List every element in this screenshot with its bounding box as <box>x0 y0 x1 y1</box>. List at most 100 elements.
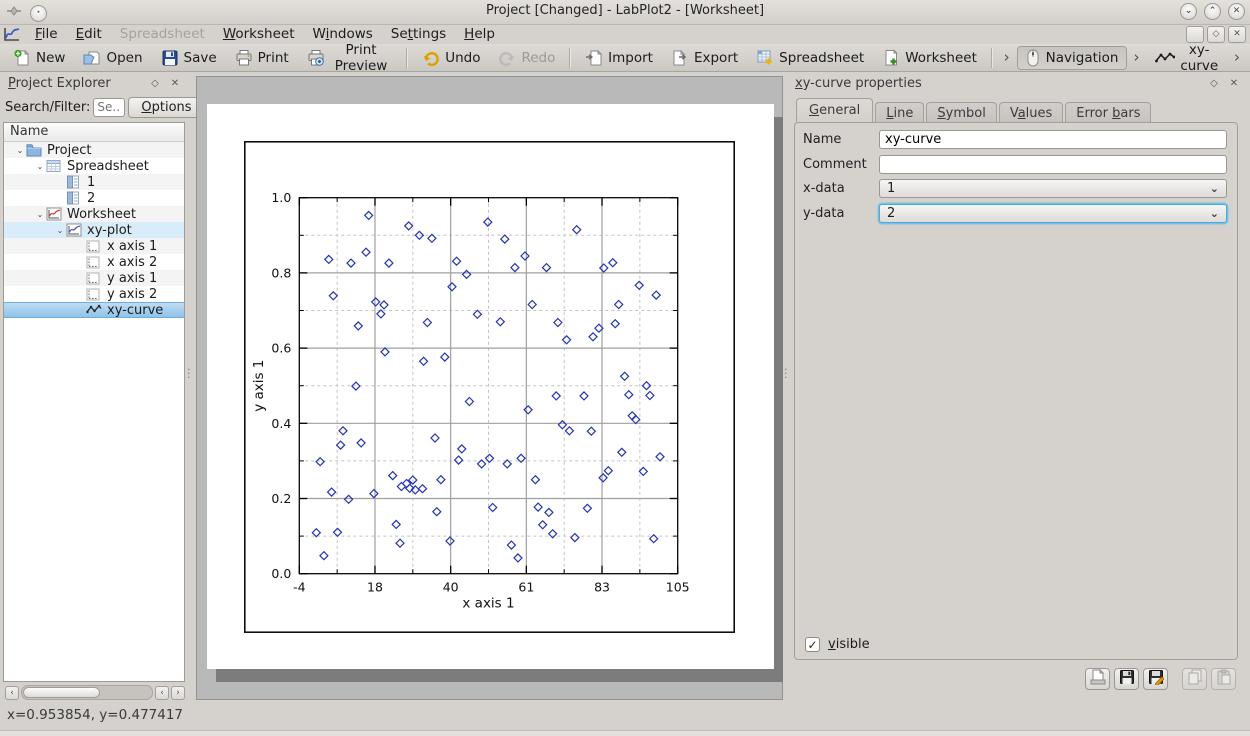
tree-item-x-axis-1[interactable]: x axis 1 <box>4 238 184 254</box>
name-input[interactable] <box>879 130 1227 149</box>
tree-item-label: y axis 1 <box>103 271 157 286</box>
left-splitter-handle[interactable]: ··· <box>187 368 191 380</box>
tree-item-label: xy-plot <box>83 223 132 238</box>
toolbar-overflow-icon[interactable]: › <box>1128 50 1146 65</box>
name-label: Name <box>803 132 879 147</box>
svg-text:18: 18 <box>367 580 383 595</box>
load-template-button[interactable] <box>1085 668 1110 690</box>
export-icon <box>671 49 689 67</box>
mdi-close-icon[interactable]: ✕ <box>1228 26 1246 43</box>
tree-item-xy-curve[interactable]: xy-curve <box>4 302 184 318</box>
close-icon[interactable]: ✕ <box>1228 3 1245 20</box>
worksheet-page[interactable]: -4184061831050.00.20.40.60.81.0x axis 1y… <box>207 104 774 669</box>
expander-down-icon[interactable]: ⌄ <box>34 162 46 171</box>
tab-line[interactable]: Line <box>875 102 924 123</box>
toolbar-button-open[interactable]: Open <box>75 46 150 70</box>
search-input[interactable] <box>93 98 125 117</box>
shade-icon[interactable]: ⌄ <box>1180 3 1197 20</box>
toolbar-button-label: Navigation <box>1046 50 1119 66</box>
toolbar-button-worksheet[interactable]: Worksheet <box>874 46 985 70</box>
visible-label: visible <box>828 637 870 652</box>
toolbar-button-redo[interactable]: Redo <box>490 46 563 70</box>
svg-text:0.8: 0.8 <box>271 265 291 280</box>
tree-item-x-axis-2[interactable]: x axis 2 <box>4 254 184 270</box>
chevron-down-icon: ⌄ <box>1210 182 1219 195</box>
options-button[interactable]: Options <box>128 97 204 118</box>
toolbar-button-print[interactable]: Print <box>227 46 297 70</box>
expander-down-icon[interactable]: ⌄ <box>34 210 46 219</box>
toolbar-button-navigation[interactable]: Navigation <box>1017 46 1127 70</box>
tree-item-y-axis-2[interactable]: y axis 2 <box>4 286 184 302</box>
scroll-left-icon[interactable]: ‹ <box>155 686 169 700</box>
close-panel-icon[interactable]: ✕ <box>168 76 182 90</box>
search-filter-label: Search/Filter: <box>5 100 90 115</box>
tree-item-label: x axis 2 <box>103 255 157 270</box>
toolbar-button-save[interactable]: Save <box>153 46 225 70</box>
tree-item-y-axis-1[interactable]: y axis 1 <box>4 270 184 286</box>
svg-text:-4: -4 <box>293 580 306 595</box>
axis-icon <box>86 288 103 301</box>
horizontal-scrollbar[interactable]: ‹ ‹ › <box>5 685 185 700</box>
menu-help[interactable]: Help <box>455 24 504 44</box>
expander-down-icon[interactable]: ⌄ <box>14 146 26 155</box>
visible-checkbox[interactable]: ✓ <box>805 637 820 652</box>
float-panel-icon[interactable]: ◇ <box>1207 76 1221 90</box>
toolbar-button-print-preview[interactable]: Print Preview <box>299 39 401 77</box>
menu-edit[interactable]: Edit <box>67 24 111 44</box>
float-panel-icon[interactable]: ◇ <box>148 76 162 90</box>
paste-button[interactable] <box>1211 668 1236 690</box>
toolbar-button-spreadsheet[interactable]: Spreadsheet <box>748 46 872 70</box>
toolbar-button-xy-curve[interactable]: xy-curve <box>1147 39 1227 77</box>
copy-button[interactable] <box>1182 668 1207 690</box>
tree-item-spreadsheet[interactable]: ⌄Spreadsheet <box>4 158 184 174</box>
tree-column-header: Name <box>4 123 184 142</box>
xy-plot-chart[interactable]: -4184061831050.00.20.40.60.81.0x axis 1y… <box>244 141 735 633</box>
menu-worksheet[interactable]: Worksheet <box>214 24 304 44</box>
menu-file[interactable]: File <box>26 24 67 44</box>
toolbar-button-export[interactable]: Export <box>663 46 746 70</box>
tab-general[interactable]: General <box>796 98 873 122</box>
toolbar-separator <box>569 48 571 68</box>
right-splitter-handle[interactable]: ··· <box>784 368 788 380</box>
worksheet-view[interactable]: -4184061831050.00.20.40.60.81.0x axis 1y… <box>196 76 783 700</box>
expander-down-icon[interactable]: ⌄ <box>54 226 66 235</box>
toolbar-button-label: New <box>36 50 65 66</box>
maximize-icon[interactable]: ⌃ <box>1204 3 1221 20</box>
y-data-select[interactable]: 2 ⌄ <box>879 204 1227 223</box>
svg-text:61: 61 <box>518 580 534 595</box>
y-data-label: y-data <box>803 206 879 221</box>
tab-symbol[interactable]: Symbol <box>926 102 996 123</box>
toolbar-overflow-icon[interactable]: › <box>998 50 1016 65</box>
tree-item-label: x axis 1 <box>103 239 157 254</box>
close-panel-icon[interactable]: ✕ <box>1227 76 1241 90</box>
toolbar-overflow-icon[interactable]: › <box>1228 50 1246 65</box>
save-template-button[interactable] <box>1114 668 1139 690</box>
scroll-right-icon[interactable]: › <box>171 686 185 700</box>
save-template-as-button[interactable] <box>1143 668 1168 690</box>
tab-values[interactable]: Values <box>999 102 1063 123</box>
x-data-select[interactable]: 1 ⌄ <box>879 179 1227 198</box>
tree-item-2[interactable]: 2 <box>4 190 184 206</box>
toolbar-button-new[interactable]: New <box>5 46 73 70</box>
scroll-left-icon[interactable]: ‹ <box>5 686 19 700</box>
toolbar-button-import[interactable]: Import <box>577 46 661 70</box>
tree-item-project[interactable]: ⌄Project <box>4 142 184 158</box>
menu-spreadsheet[interactable]: Spreadsheet <box>111 24 214 44</box>
toolbar-button-undo[interactable]: Undo <box>414 46 488 70</box>
scrollbar-thumb[interactable] <box>23 687 100 698</box>
cursor-position-text: x=0.953854, y=0.477417 <box>7 707 183 723</box>
tree-item-1[interactable]: 1 <box>4 174 184 190</box>
spreadsheet-icon <box>46 159 63 173</box>
tree-item-xy-plot[interactable]: ⌄ xy-plot <box>4 222 184 238</box>
toolbar-button-label: Redo <box>521 50 555 66</box>
comment-input[interactable] <box>879 155 1227 174</box>
tree-item-worksheet[interactable]: ⌄Worksheet <box>4 206 184 222</box>
tab-error-bars[interactable]: Error bars <box>1065 102 1151 123</box>
template-buttons <box>1085 668 1236 690</box>
svg-text:0.2: 0.2 <box>271 491 291 506</box>
svg-text:0.0: 0.0 <box>271 566 291 581</box>
new-document-icon <box>13 49 31 67</box>
folder-icon <box>26 143 43 157</box>
toolbar-separator <box>991 48 993 68</box>
worksheet-add-icon <box>882 49 900 67</box>
